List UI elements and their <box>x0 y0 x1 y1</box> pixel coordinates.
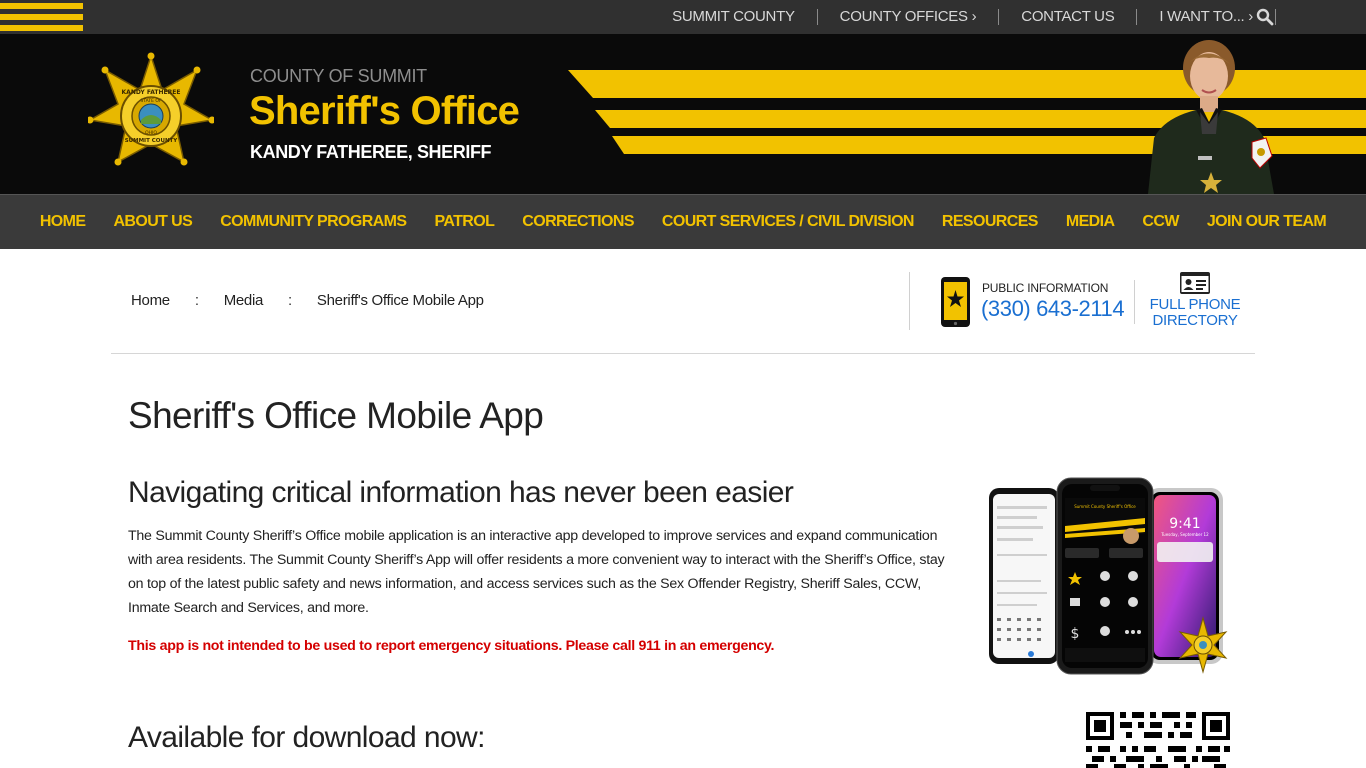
nav-corrections[interactable]: CORRECTIONS <box>508 213 648 231</box>
badge-text-ohio: OHIO <box>145 130 157 136</box>
sheriff-name: KANDY FATHEREE, SHERIFF <box>250 142 492 162</box>
office-title[interactable]: Sheriff's Office <box>249 89 520 134</box>
download-heading: Available for download now: <box>128 721 485 754</box>
divider <box>1134 280 1135 324</box>
directory-line1: FULL PHONE <box>1149 296 1241 313</box>
app-phones-image: 9:41 Tuesday, September 12 Summit County… <box>989 477 1228 675</box>
breadcrumb-separator: : <box>288 292 292 309</box>
breadcrumb-separator: : <box>194 292 199 309</box>
full-phone-directory-link[interactable]: FULL PHONE DIRECTORY <box>1148 297 1242 329</box>
badge-text-bottom: SUMMIT COUNTY <box>125 138 179 144</box>
utility-bar: SUMMIT COUNTY COUNTY OFFICES › CONTACT U… <box>0 0 1366 34</box>
mockup-app-title: Summit County Sheriff's Office <box>1074 504 1136 509</box>
brand-stripes <box>0 0 83 34</box>
util-link-contact-us[interactable]: CONTACT US <box>999 9 1138 25</box>
public-info-phone-link[interactable]: (330) 643-2114 <box>981 296 1125 322</box>
directory-line2: DIRECTORY <box>1152 312 1238 329</box>
nav-media[interactable]: MEDIA <box>1052 213 1129 231</box>
nav-ccw[interactable]: CCW <box>1128 213 1192 231</box>
nav-court-services[interactable]: COURT SERVICES / CIVIL DIVISION <box>648 213 928 231</box>
util-link-summit-county[interactable]: SUMMIT COUNTY <box>650 9 818 25</box>
breadcrumb: Home : Media : Sheriff's Office Mobile A… <box>131 292 484 309</box>
mobile-phone-icon <box>941 277 970 327</box>
nav-home[interactable]: HOME <box>26 213 100 231</box>
mockup-time: 9:41 <box>1169 516 1200 532</box>
utility-nav: SUMMIT COUNTY COUNTY OFFICES › CONTACT U… <box>650 0 1276 34</box>
divider <box>111 353 1255 354</box>
breadcrumb-home[interactable]: Home <box>131 292 170 309</box>
nav-resources[interactable]: RESOURCES <box>928 213 1052 231</box>
search-icon[interactable] <box>1256 8 1274 26</box>
nav-community-programs[interactable]: COMMUNITY PROGRAMS <box>206 213 420 231</box>
mockup-date: Tuesday, September 12 <box>1160 532 1209 537</box>
public-info-label: PUBLIC INFORMATION <box>982 281 1109 295</box>
util-link-county-offices[interactable]: COUNTY OFFICES › <box>818 9 1000 25</box>
badge-text-state: STATE OF <box>140 98 162 104</box>
nav-join-our-team[interactable]: JOIN OUR TEAM <box>1193 213 1340 231</box>
intro-paragraph: The Summit County Sheriff’s Office mobil… <box>128 528 945 616</box>
badge-text-top: KANDY FATHEREE <box>122 89 181 96</box>
site-header: KANDY FATHEREE STATE OF OHIO SUMMIT COUN… <box>0 34 1366 194</box>
qr-code[interactable] <box>1084 710 1232 768</box>
main-nav: HOME ABOUT US COMMUNITY PROGRAMS PATROL … <box>0 194 1366 249</box>
nav-patrol[interactable]: PATROL <box>420 213 508 231</box>
sheriff-badge-logo[interactable]: KANDY FATHEREE STATE OF OHIO SUMMIT COUN… <box>88 52 214 176</box>
nav-about-us[interactable]: ABOUT US <box>99 213 206 231</box>
emergency-warning: This app is not intended to be used to r… <box>128 638 775 654</box>
page-title: Sheriff's Office Mobile App <box>128 395 544 436</box>
divider <box>909 272 910 330</box>
sheriff-portrait <box>1148 40 1274 194</box>
county-label: COUNTY OF SUMMIT <box>250 66 427 86</box>
svg-text:$: $ <box>1071 626 1080 642</box>
breadcrumb-current: Sheriff's Office Mobile App <box>316 292 484 309</box>
section-heading: Navigating critical information has neve… <box>128 476 794 509</box>
breadcrumb-media[interactable]: Media <box>224 292 264 309</box>
id-card-icon[interactable] <box>1180 272 1210 294</box>
